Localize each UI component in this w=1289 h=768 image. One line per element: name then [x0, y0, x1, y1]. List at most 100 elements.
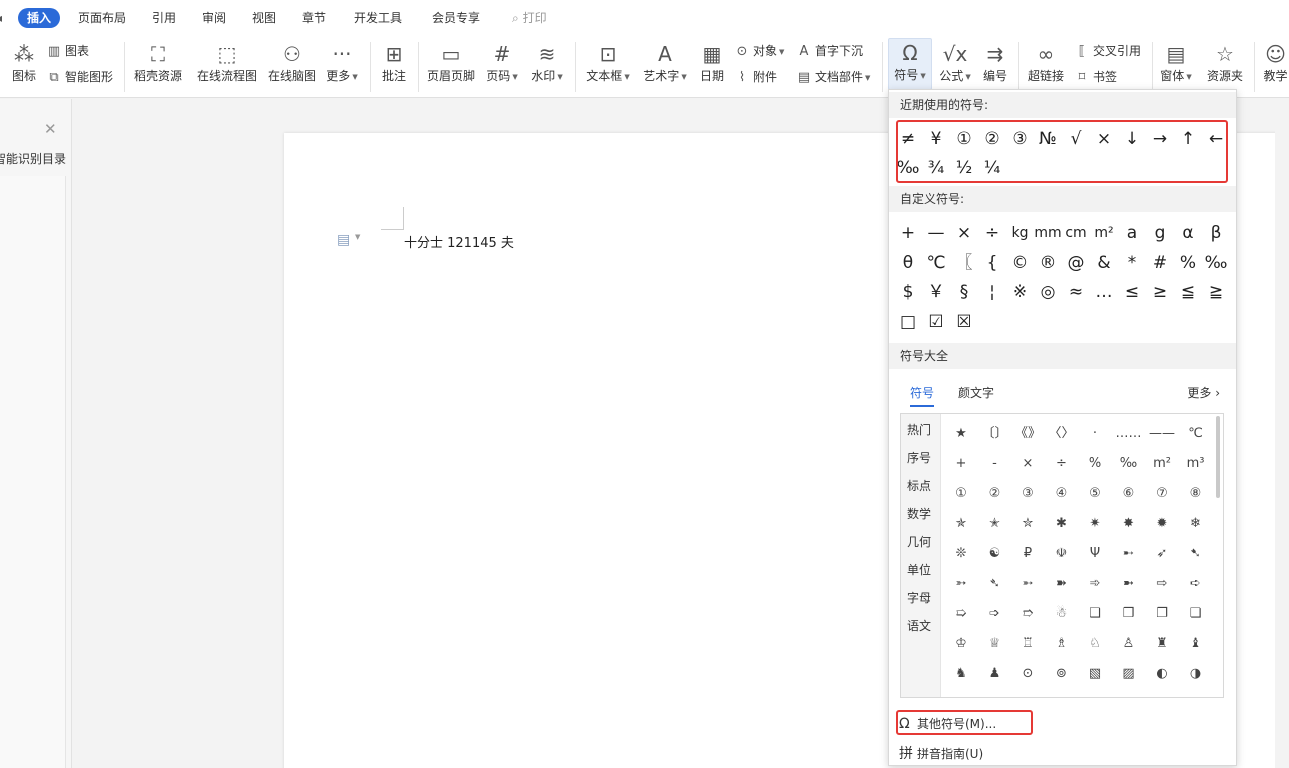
symbol-cell[interactable]: ▨ — [1114, 661, 1144, 687]
symbol-cell[interactable]: ◑ — [1181, 661, 1211, 687]
icons-button[interactable]: ⁂ 图标 — [10, 40, 38, 84]
symbol-cell[interactable]: ② — [980, 481, 1010, 507]
symbol-cell[interactable]: ➯ — [946, 601, 976, 627]
symbol-cell[interactable]: ▧ — [1080, 661, 1110, 687]
symbol-cell[interactable]: 〔〕 — [980, 421, 1010, 447]
symbol-cell[interactable]: ✹ — [1147, 511, 1177, 537]
symbol-cell[interactable]: © — [1006, 249, 1034, 277]
symbol-cell[interactable]: ♗ — [1047, 631, 1077, 657]
symbol-cell[interactable]: ✮ — [1013, 511, 1043, 537]
symbol-cell[interactable]: ⇨ — [1147, 571, 1177, 597]
caret-down-icon[interactable]: ▼ — [355, 233, 360, 241]
close-icon[interactable]: ✕ — [44, 120, 57, 138]
flowchart-button[interactable]: ⬚ 在线流程图 — [196, 40, 258, 84]
tab-developer[interactable]: 开发工具 — [354, 8, 402, 28]
symbol-cell[interactable]: ➷ — [1181, 541, 1211, 567]
textbox-button[interactable]: ⊡ 文本框 ▼ — [584, 40, 632, 85]
tab-view[interactable]: 视图 — [252, 8, 276, 28]
symbol-cell[interactable]: @ — [1062, 249, 1090, 277]
tab-member[interactable]: 会员专享 — [432, 8, 480, 28]
symbol-cell[interactable]: $ — [894, 278, 922, 306]
category-item[interactable]: 单位 — [907, 561, 931, 578]
symbol-cell[interactable]: ≈ — [1062, 278, 1090, 306]
pinyin-guide-item[interactable]: 拼拼音指南(U) — [899, 743, 983, 763]
numbering-button[interactable]: ⇉ 编号 — [980, 40, 1010, 84]
symbol-cell[interactable]: ④ — [1047, 481, 1077, 507]
symbol-cell[interactable]: ⑦ — [1147, 481, 1177, 507]
comment-button[interactable]: ⊞ 批注 — [378, 40, 410, 84]
category-item[interactable]: 数学 — [907, 505, 931, 522]
tab-chapter[interactable]: 章节 — [302, 8, 326, 28]
document-text[interactable]: 十分士 121145 夫 — [404, 232, 514, 251]
symbol-cell[interactable]: * — [1118, 249, 1146, 277]
symbol-cell[interactable]: a — [1118, 219, 1146, 247]
category-item[interactable]: 热门 — [907, 421, 931, 438]
symbol-cell[interactable]: α — [1174, 219, 1202, 247]
symbol-button[interactable]: Ω 符号 ▼ — [888, 38, 932, 90]
symbol-cell[interactable]: ÷ — [1047, 451, 1077, 477]
symbol-cell[interactable]: × — [1013, 451, 1043, 477]
symbol-cell[interactable]: ≤ — [1118, 278, 1146, 306]
scrollbar[interactable] — [1216, 416, 1220, 498]
window-form-button[interactable]: ▤ 窗体 ▼ — [1158, 40, 1194, 85]
symbol-cell[interactable]: ₽ — [1013, 541, 1043, 567]
symbol-cell[interactable]: · — [1080, 421, 1110, 447]
symbol-cell[interactable]: m² — [1090, 219, 1118, 247]
cross-reference-button[interactable]: ⟦ 交叉引用 — [1074, 43, 1141, 60]
symbol-cell[interactable]: ☃ — [1047, 601, 1077, 627]
symbol-cell[interactable]: m³ — [1181, 451, 1211, 477]
symbol-cell[interactable]: ✸ — [1114, 511, 1144, 537]
docer-button[interactable]: ⛶ 稻壳资源 — [132, 40, 184, 84]
category-item[interactable]: 序号 — [907, 449, 931, 466]
page-number-button[interactable]: # 页码 ▼ — [484, 40, 520, 85]
symbol-cell[interactable]: ® — [1034, 249, 1062, 277]
chart-button[interactable]: ▥ 图表 — [46, 43, 89, 60]
tab-page-layout[interactable]: 页面布局 — [78, 8, 126, 28]
symbol-cell[interactable]: ♖ — [1013, 631, 1043, 657]
symbol-cell[interactable]: ♜ — [1147, 631, 1177, 657]
symbol-cell[interactable]: ⊚ — [1047, 661, 1077, 687]
symbol-cell[interactable]: g — [1146, 219, 1174, 247]
symbol-cell[interactable]: Ψ — [1080, 541, 1110, 567]
symbol-cell[interactable]: ⑥ — [1114, 481, 1144, 507]
symbol-cell[interactable]: ➼ — [1114, 571, 1144, 597]
symbol-cell[interactable]: ✷ — [1080, 511, 1110, 537]
symbol-cell[interactable]: ⑧ — [1181, 481, 1211, 507]
tab-symbols[interactable]: 符号 — [910, 384, 935, 407]
symbol-cell[interactable]: ◎ — [1034, 278, 1062, 306]
symbol-cell[interactable]: ⊙ — [1013, 661, 1043, 687]
symbol-cell[interactable]: ➴ — [980, 571, 1010, 597]
date-button[interactable]: ▦ 日期 — [697, 40, 727, 84]
symbol-cell[interactable]: ◐ — [1147, 661, 1177, 687]
watermark-button[interactable]: ≋ 水印 ▼ — [528, 40, 566, 85]
symbol-cell[interactable]: ¦ — [978, 278, 1006, 306]
teaching-button[interactable]: ☺ 教学 — [1262, 40, 1289, 84]
symbol-cell[interactable]: ❄ — [1181, 511, 1211, 537]
symbol-cell[interactable]: ➳ — [946, 571, 976, 597]
symbol-cell[interactable]: + — [946, 451, 976, 477]
symbol-cell[interactable]: ③ — [1013, 481, 1043, 507]
symbol-cell[interactable]: { — [978, 249, 1006, 277]
symbol-cell[interactable]: ☒ — [950, 308, 978, 336]
symbol-cell[interactable]: m² — [1147, 451, 1177, 477]
symbol-cell[interactable]: ➾ — [1080, 571, 1110, 597]
symbol-cell[interactable]: mm — [1034, 219, 1062, 247]
category-item[interactable]: 字母 — [907, 589, 931, 606]
symbol-cell[interactable]: — — [922, 219, 950, 247]
symbol-cell[interactable]: … — [1090, 278, 1118, 306]
symbol-cell[interactable]: ☯ — [980, 541, 1010, 567]
symbol-cell[interactable]: kg — [1006, 219, 1034, 247]
symbol-cell[interactable]: ≧ — [1202, 278, 1230, 306]
symbol-cell[interactable]: ❐ — [1147, 601, 1177, 627]
symbol-cell[interactable]: ✯ — [946, 511, 976, 537]
symbol-cell[interactable]: ❊ — [946, 541, 976, 567]
symbol-cell[interactable]: …… — [1114, 421, 1144, 447]
category-item[interactable]: 标点 — [907, 477, 931, 494]
tab-insert[interactable]: 插入 — [18, 8, 61, 28]
more-button[interactable]: ··· 更多 ▼ — [324, 40, 360, 85]
header-footer-button[interactable]: ▭ 页眉页脚 — [425, 40, 477, 84]
symbol-cell[interactable]: ♝ — [1181, 631, 1211, 657]
wordart-button[interactable]: A 艺术字 ▼ — [640, 40, 690, 85]
paragraph-layout-icon[interactable]: ▤ — [337, 232, 350, 248]
symbol-cell[interactable]: × — [950, 219, 978, 247]
